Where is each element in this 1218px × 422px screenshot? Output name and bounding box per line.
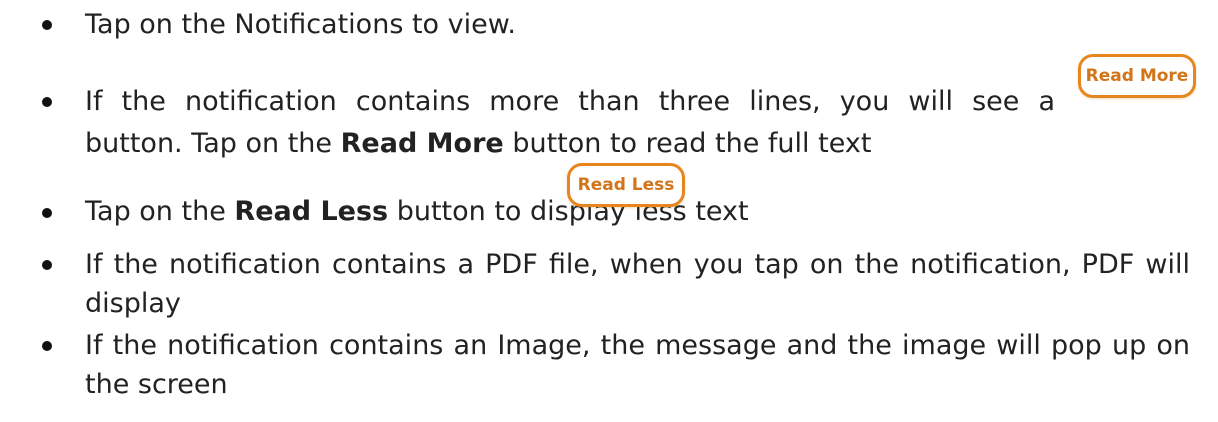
list-item-pdf-line2: display — [85, 287, 181, 321]
list-item-text: button to read the full text — [503, 128, 872, 159]
list-item-image-line1: If the notification contains an Image, t… — [85, 329, 1190, 363]
list-item-read-more-line2: button. Tap on the Read More button to r… — [85, 127, 871, 161]
list-item-notifications: Tap on the Notifications to view. — [85, 8, 516, 42]
list-item-text: Tap on the — [85, 196, 235, 227]
list-item-pdf-line1: If the notification contains a PDF file,… — [85, 248, 1190, 282]
list-item-text: If the notification contains a PDF file,… — [85, 249, 1190, 280]
read-more-button-label: Read More — [1085, 66, 1189, 86]
read-less-emphasis: Read Less — [234, 196, 389, 227]
list-item-read-more-line1: If the notification contains more than t… — [85, 85, 1055, 119]
bullet-icon — [42, 97, 52, 107]
read-more-emphasis: Read More — [340, 128, 504, 159]
bullet-icon — [42, 341, 52, 351]
bullet-icon — [42, 208, 52, 218]
bullet-icon — [42, 260, 52, 270]
list-item-text: button to display less text — [388, 196, 749, 227]
list-item-text: If the notification contains an Image, t… — [85, 330, 1190, 361]
list-item-text: button. Tap on the — [85, 128, 341, 159]
read-less-button[interactable]: Read Less — [567, 163, 685, 207]
read-less-button-label: Read Less — [577, 175, 675, 195]
list-item-text: If the notification contains more than t… — [85, 86, 1055, 117]
list-item-text: Tap on the Notifications to view. — [85, 9, 516, 40]
list-item-text: display — [85, 288, 181, 319]
bullet-icon — [42, 20, 52, 30]
list-item-image-line2: the screen — [85, 368, 228, 402]
list-item-text: the screen — [85, 369, 228, 400]
read-more-button[interactable]: Read More — [1078, 54, 1196, 98]
